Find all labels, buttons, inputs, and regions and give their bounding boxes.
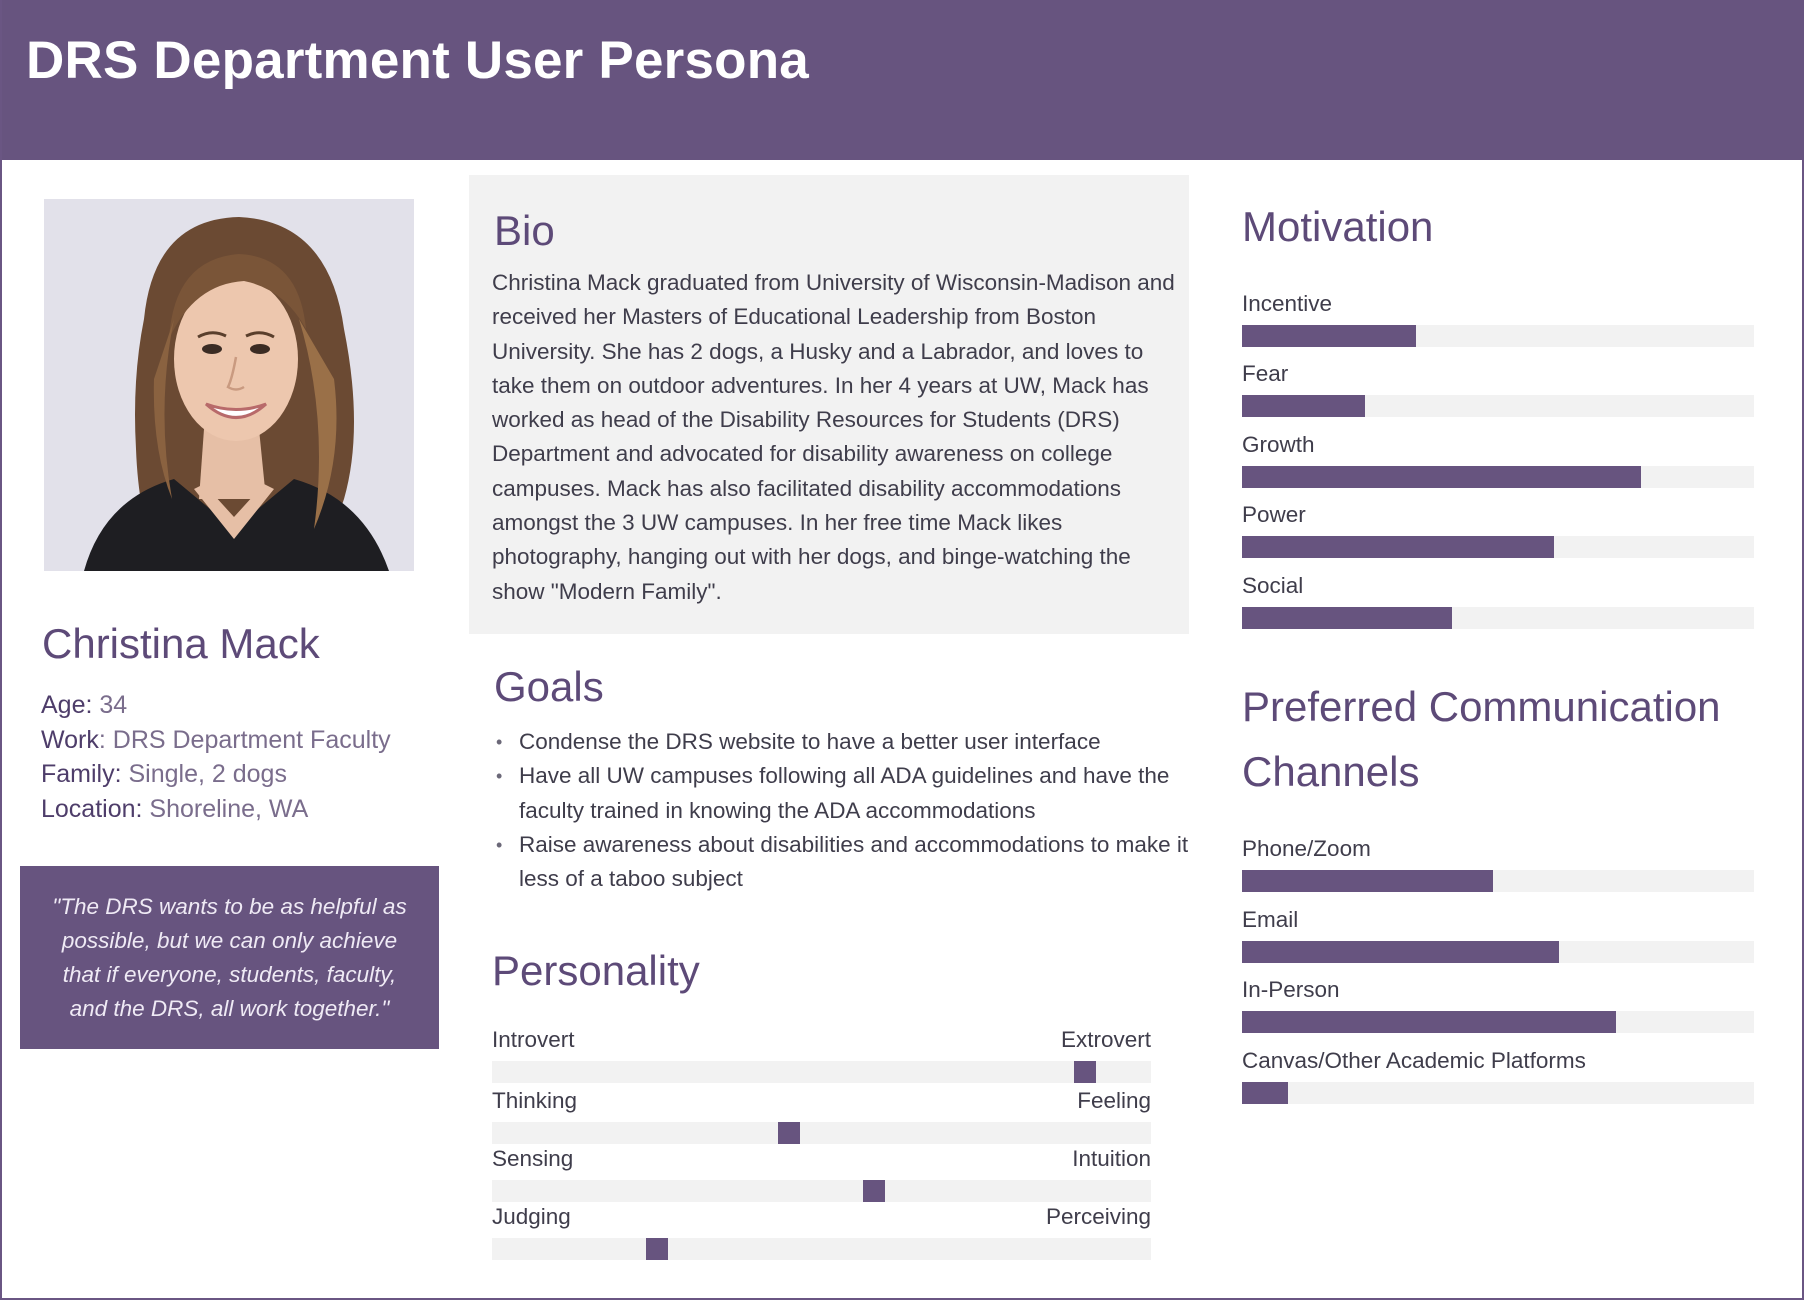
meter-track bbox=[1242, 1082, 1754, 1104]
meter-fill bbox=[1242, 870, 1493, 892]
channel-phone-zoom: Phone/Zoom bbox=[1242, 835, 1754, 895]
header-bar: DRS Department User Persona bbox=[2, 0, 1804, 160]
channels-title-line2: Channels bbox=[1242, 748, 1420, 795]
motivation-social: Social bbox=[1242, 572, 1754, 632]
motivation-power: Power bbox=[1242, 501, 1754, 561]
meter-fill bbox=[1242, 466, 1642, 488]
meter-track bbox=[1242, 870, 1754, 892]
meter-fill bbox=[1242, 536, 1555, 558]
persona-facts: Age: 34 Work: DRS Department Faculty Fam… bbox=[41, 688, 441, 826]
meter-fill bbox=[1242, 941, 1560, 963]
meter-fill bbox=[1242, 325, 1417, 347]
bio-title: Bio bbox=[494, 207, 555, 254]
bio-text: Christina Mack graduated from University… bbox=[492, 270, 1175, 604]
motivation-title: Motivation bbox=[1242, 203, 1434, 250]
trait-thinking-feeling: Thinking Feeling bbox=[492, 1087, 1151, 1145]
meter-fill bbox=[1242, 1011, 1616, 1033]
channel-in-person: In-Person bbox=[1242, 976, 1754, 1036]
list-item: • Raise awareness about disabilities and … bbox=[496, 831, 1189, 892]
trait-sensing-intuition: Sensing Intuition bbox=[492, 1145, 1151, 1203]
meter-track bbox=[1242, 466, 1754, 488]
list-item: • Have all UW campuses following all ADA … bbox=[496, 763, 1170, 823]
quote-text: "The DRS wants to be as helpful as possi… bbox=[52, 894, 407, 1021]
trait-marker bbox=[863, 1180, 885, 1202]
meter-fill bbox=[1242, 1082, 1289, 1104]
page-title: DRS Department User Persona bbox=[26, 31, 809, 90]
meter-track bbox=[1242, 325, 1754, 347]
meter-label: Social bbox=[1242, 573, 1304, 598]
persona-quote: "The DRS wants to be as helpful as possi… bbox=[20, 866, 439, 1049]
trait-introvert-extrovert: Introvert Extrovert bbox=[492, 1026, 1151, 1084]
trait-marker bbox=[1074, 1061, 1096, 1083]
meter-label: Fear bbox=[1242, 361, 1289, 386]
motivation-fear: Fear bbox=[1242, 360, 1754, 420]
persona-name: Christina Mack bbox=[42, 620, 320, 667]
meter-label: Canvas/Other Academic Platforms bbox=[1242, 1048, 1586, 1073]
meter-label: Phone/Zoom bbox=[1242, 836, 1371, 861]
motivation-growth: Growth bbox=[1242, 431, 1754, 491]
trait-right-label: Extrovert bbox=[1060, 1027, 1151, 1052]
meter-track bbox=[1242, 395, 1754, 417]
trait-right-label: Perceiving bbox=[1045, 1204, 1151, 1229]
personality-title: Personality bbox=[492, 947, 700, 994]
meter-label: In-Person bbox=[1242, 977, 1340, 1002]
trait-track bbox=[492, 1238, 1151, 1260]
meter-label: Email bbox=[1242, 907, 1299, 932]
meter-track bbox=[1242, 607, 1754, 629]
fact-family: Family: Single, 2 dogs bbox=[41, 760, 287, 788]
trait-track bbox=[492, 1122, 1151, 1144]
meter-label: Incentive bbox=[1242, 291, 1333, 316]
motivation-incentive: Incentive bbox=[1242, 290, 1754, 350]
meter-track bbox=[1242, 536, 1754, 558]
meter-track bbox=[1242, 941, 1754, 963]
meter-fill bbox=[1242, 395, 1365, 417]
channel-canvas-academic-platforms: Canvas/Other Academic Platforms bbox=[1242, 1047, 1754, 1107]
fact-work: Work: DRS Department Faculty bbox=[41, 725, 391, 754]
trait-marker bbox=[778, 1122, 800, 1144]
trait-track bbox=[492, 1061, 1151, 1083]
portrait-photo bbox=[44, 199, 414, 571]
trait-marker bbox=[646, 1238, 668, 1260]
trait-left-label: Introvert bbox=[492, 1027, 575, 1052]
meter-fill bbox=[1242, 607, 1452, 629]
portrait-photo-icon bbox=[44, 199, 414, 571]
meter-track bbox=[1242, 1011, 1754, 1033]
trait-right-label: Feeling bbox=[1077, 1088, 1151, 1113]
trait-track bbox=[492, 1180, 1151, 1202]
trait-left-label: Judging bbox=[492, 1204, 571, 1229]
trait-right-label: Intuition bbox=[1072, 1146, 1151, 1171]
channels-title: Preferred Communication bbox=[1242, 683, 1721, 730]
persona-page: DRS Department User Persona Christina Ma… bbox=[0, 0, 1804, 1300]
trait-left-label: Thinking bbox=[492, 1088, 578, 1113]
channel-email: Email bbox=[1242, 906, 1754, 966]
goals-list: • Condense the DRS website to have a bett… bbox=[494, 725, 1194, 896]
fact-location: Location: Shoreline, WA bbox=[41, 794, 309, 823]
meter-label: Power bbox=[1242, 502, 1306, 527]
trait-left-label: Sensing bbox=[492, 1146, 574, 1171]
goals-title: Goals bbox=[494, 663, 604, 710]
list-item: • Condense the DRS website to have a bett… bbox=[496, 729, 1101, 754]
trait-judging-perceiving: Judging Perceiving bbox=[492, 1203, 1151, 1261]
fact-age: Age: 34 bbox=[41, 691, 128, 719]
meter-label: Growth bbox=[1242, 432, 1315, 457]
